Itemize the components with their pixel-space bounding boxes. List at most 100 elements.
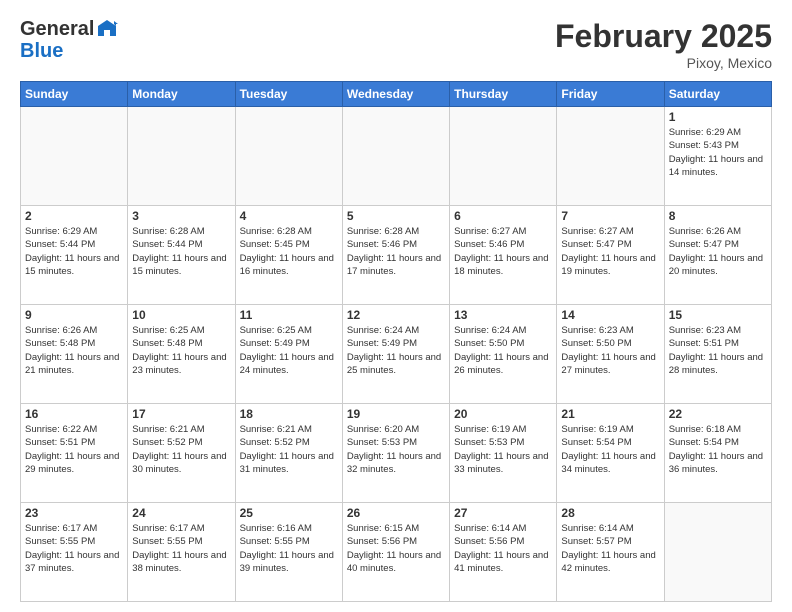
col-wednesday: Wednesday — [342, 82, 449, 107]
day-info: Sunrise: 6:29 AM Sunset: 5:44 PM Dayligh… — [25, 225, 123, 278]
calendar-table: Sunday Monday Tuesday Wednesday Thursday… — [20, 81, 772, 602]
calendar-week-row: 1Sunrise: 6:29 AM Sunset: 5:43 PM Daylig… — [21, 107, 772, 206]
table-row: 13 Sunrise: 6:24 AM Sunset: 5:50 PM Dayli… — [450, 305, 557, 404]
day-info: Sunrise: 6:23 AM Sunset: 5:50 PM Dayligh… — [561, 324, 659, 377]
day-info: Sunrise: 6:23 AM Sunset: 5:51 PM Dayligh… — [669, 324, 767, 377]
day-number: 14 — [561, 308, 659, 322]
table-row: 14 Sunrise: 6:23 AM Sunset: 5:50 PM Dayli… — [557, 305, 664, 404]
day-number: 8 — [669, 209, 767, 223]
table-row: 11 Sunrise: 6:25 AM Sunset: 5:49 PM Dayli… — [235, 305, 342, 404]
day-number: 21 — [561, 407, 659, 421]
day-info: Sunrise: 6:25 AM Sunset: 5:48 PM Dayligh… — [132, 324, 230, 377]
day-info: Sunrise: 6:20 AM Sunset: 5:53 PM Dayligh… — [347, 423, 445, 476]
day-number: 24 — [132, 506, 230, 520]
day-number: 25 — [240, 506, 338, 520]
day-info: Sunrise: 6:14 AM Sunset: 5:56 PM Dayligh… — [454, 522, 552, 575]
calendar-week-row: 9 Sunrise: 6:26 AM Sunset: 5:48 PM Daylig… — [21, 305, 772, 404]
day-info: Sunrise: 6:27 AM Sunset: 5:46 PM Dayligh… — [454, 225, 552, 278]
col-tuesday: Tuesday — [235, 82, 342, 107]
day-number: 4 — [240, 209, 338, 223]
day-info: Sunrise: 6:26 AM Sunset: 5:47 PM Dayligh… — [669, 225, 767, 278]
day-number: 10 — [132, 308, 230, 322]
logo: General Blue — [20, 18, 118, 62]
day-info: Sunrise: 6:17 AM Sunset: 5:55 PM Dayligh… — [132, 522, 230, 575]
table-row: 19 Sunrise: 6:20 AM Sunset: 5:53 PM Dayli… — [342, 404, 449, 503]
table-row: 9 Sunrise: 6:26 AM Sunset: 5:48 PM Daylig… — [21, 305, 128, 404]
day-info: Sunrise: 6:24 AM Sunset: 5:49 PM Dayligh… — [347, 324, 445, 377]
day-number: 11 — [240, 308, 338, 322]
day-number: 19 — [347, 407, 445, 421]
day-number: 3 — [132, 209, 230, 223]
day-info: Sunrise: 6:28 AM Sunset: 5:46 PM Dayligh… — [347, 225, 445, 278]
table-row: 26 Sunrise: 6:15 AM Sunset: 5:56 PM Dayli… — [342, 503, 449, 602]
table-row — [664, 503, 771, 602]
day-number: 9 — [25, 308, 123, 322]
table-row — [557, 107, 664, 206]
calendar-week-row: 16 Sunrise: 6:22 AM Sunset: 5:51 PM Dayli… — [21, 404, 772, 503]
day-info: Sunrise: 6:14 AM Sunset: 5:57 PM Dayligh… — [561, 522, 659, 575]
table-row: 17 Sunrise: 6:21 AM Sunset: 5:52 PM Dayli… — [128, 404, 235, 503]
day-info: Sunrise: 6:29 AM Sunset: 5:43 PM Dayligh… — [669, 126, 767, 179]
location: Pixoy, Mexico — [555, 55, 772, 71]
calendar-week-row: 23 Sunrise: 6:17 AM Sunset: 5:55 PM Dayli… — [21, 503, 772, 602]
table-row: 5Sunrise: 6:28 AM Sunset: 5:46 PM Daylig… — [342, 206, 449, 305]
day-number: 7 — [561, 209, 659, 223]
day-info: Sunrise: 6:16 AM Sunset: 5:55 PM Dayligh… — [240, 522, 338, 575]
day-number: 2 — [25, 209, 123, 223]
header: General Blue February 2025 Pixoy, Mexico — [20, 18, 772, 71]
col-saturday: Saturday — [664, 82, 771, 107]
day-info: Sunrise: 6:22 AM Sunset: 5:51 PM Dayligh… — [25, 423, 123, 476]
day-number: 20 — [454, 407, 552, 421]
day-info: Sunrise: 6:19 AM Sunset: 5:54 PM Dayligh… — [561, 423, 659, 476]
logo-blue-text: Blue — [20, 40, 118, 62]
col-thursday: Thursday — [450, 82, 557, 107]
table-row: 3 Sunrise: 6:28 AM Sunset: 5:44 PM Daylig… — [128, 206, 235, 305]
day-info: Sunrise: 6:24 AM Sunset: 5:50 PM Dayligh… — [454, 324, 552, 377]
month-title: February 2025 — [555, 18, 772, 55]
table-row: 21 Sunrise: 6:19 AM Sunset: 5:54 PM Dayli… — [557, 404, 664, 503]
day-info: Sunrise: 6:28 AM Sunset: 5:44 PM Dayligh… — [132, 225, 230, 278]
day-number: 13 — [454, 308, 552, 322]
table-row: 15 Sunrise: 6:23 AM Sunset: 5:51 PM Dayli… — [664, 305, 771, 404]
page: General Blue February 2025 Pixoy, Mexico… — [0, 0, 792, 612]
day-number: 23 — [25, 506, 123, 520]
table-row — [450, 107, 557, 206]
table-row: 4 Sunrise: 6:28 AM Sunset: 5:45 PM Daylig… — [235, 206, 342, 305]
logo-general-text: General — [20, 18, 94, 40]
day-info: Sunrise: 6:18 AM Sunset: 5:54 PM Dayligh… — [669, 423, 767, 476]
day-info: Sunrise: 6:19 AM Sunset: 5:53 PM Dayligh… — [454, 423, 552, 476]
day-info: Sunrise: 6:21 AM Sunset: 5:52 PM Dayligh… — [240, 423, 338, 476]
day-number: 22 — [669, 407, 767, 421]
day-info: Sunrise: 6:21 AM Sunset: 5:52 PM Dayligh… — [132, 423, 230, 476]
table-row: 10 Sunrise: 6:25 AM Sunset: 5:48 PM Dayli… — [128, 305, 235, 404]
table-row — [235, 107, 342, 206]
day-info: Sunrise: 6:25 AM Sunset: 5:49 PM Dayligh… — [240, 324, 338, 377]
day-number: 16 — [25, 407, 123, 421]
table-row: 23Sunrise: 6:17 AM Sunset: 5:55 PM Dayli… — [21, 503, 128, 602]
table-row: 7Sunrise: 6:27 AM Sunset: 5:47 PM Daylig… — [557, 206, 664, 305]
day-info: Sunrise: 6:15 AM Sunset: 5:56 PM Dayligh… — [347, 522, 445, 575]
table-row: 27 Sunrise: 6:14 AM Sunset: 5:56 PM Dayli… — [450, 503, 557, 602]
table-row: 28Sunrise: 6:14 AM Sunset: 5:57 PM Dayli… — [557, 503, 664, 602]
logo-icon — [96, 18, 118, 40]
title-block: February 2025 Pixoy, Mexico — [555, 18, 772, 71]
day-number: 17 — [132, 407, 230, 421]
calendar-week-row: 2 Sunrise: 6:29 AM Sunset: 5:44 PM Daylig… — [21, 206, 772, 305]
day-number: 26 — [347, 506, 445, 520]
day-info: Sunrise: 6:26 AM Sunset: 5:48 PM Dayligh… — [25, 324, 123, 377]
table-row: 22 Sunrise: 6:18 AM Sunset: 5:54 PM Dayli… — [664, 404, 771, 503]
day-number: 15 — [669, 308, 767, 322]
table-row: 25 Sunrise: 6:16 AM Sunset: 5:55 PM Dayli… — [235, 503, 342, 602]
table-row: 6Sunrise: 6:27 AM Sunset: 5:46 PM Daylig… — [450, 206, 557, 305]
calendar-header-row: Sunday Monday Tuesday Wednesday Thursday… — [21, 82, 772, 107]
table-row — [342, 107, 449, 206]
table-row: 2 Sunrise: 6:29 AM Sunset: 5:44 PM Daylig… — [21, 206, 128, 305]
day-info: Sunrise: 6:28 AM Sunset: 5:45 PM Dayligh… — [240, 225, 338, 278]
table-row: 16 Sunrise: 6:22 AM Sunset: 5:51 PM Dayli… — [21, 404, 128, 503]
table-row — [21, 107, 128, 206]
col-monday: Monday — [128, 82, 235, 107]
day-number: 27 — [454, 506, 552, 520]
table-row: 20 Sunrise: 6:19 AM Sunset: 5:53 PM Dayli… — [450, 404, 557, 503]
table-row: 18Sunrise: 6:21 AM Sunset: 5:52 PM Dayli… — [235, 404, 342, 503]
table-row: 24 Sunrise: 6:17 AM Sunset: 5:55 PM Dayli… — [128, 503, 235, 602]
